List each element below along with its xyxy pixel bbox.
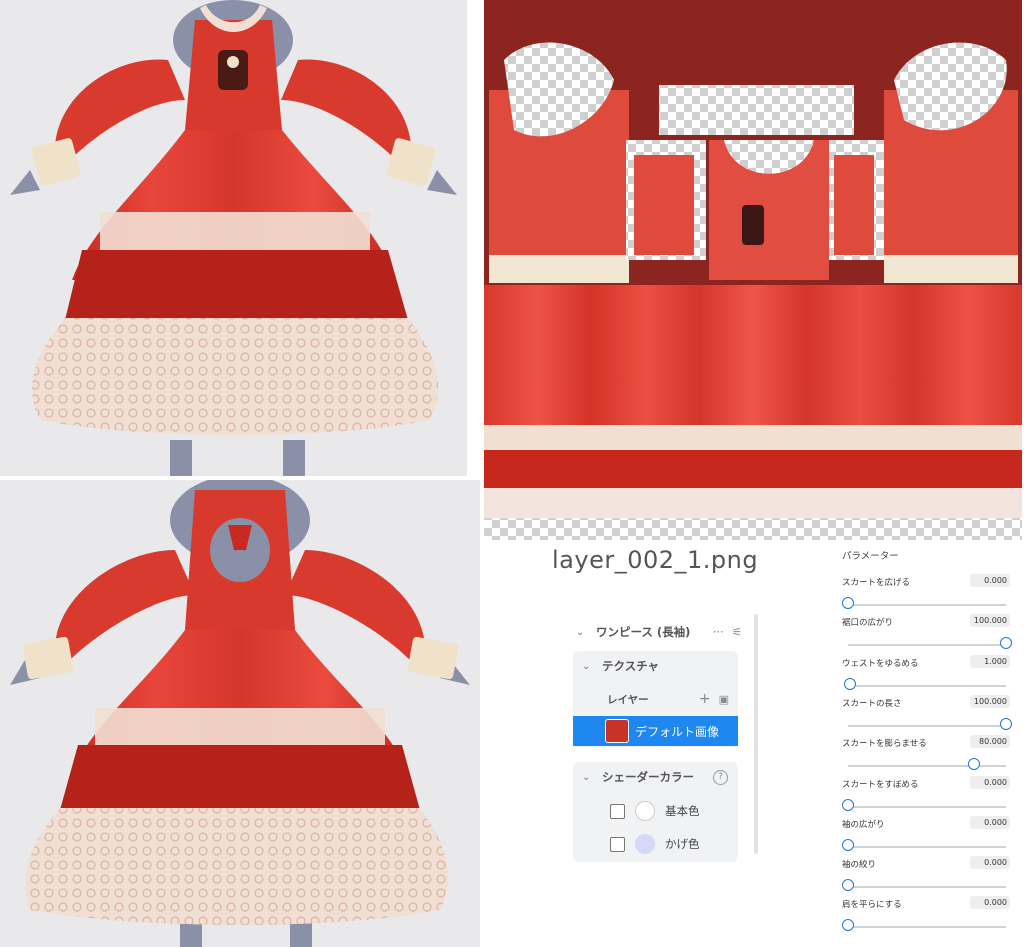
- param-slider-thumb[interactable]: [842, 799, 854, 811]
- param-label: スカートを膨らませる: [842, 739, 927, 749]
- chevron-down-icon[interactable]: ⌄: [582, 772, 594, 783]
- base-color-swatch[interactable]: [635, 801, 655, 821]
- param-slider-thumb[interactable]: [842, 919, 854, 931]
- param-row: スカートの長さ 100.000: [840, 695, 1018, 737]
- shader-color-base: 基本色: [610, 801, 700, 821]
- param-value-input[interactable]: 80.000: [970, 735, 1010, 748]
- param-row: スカートを広げる 0.000: [840, 574, 1018, 616]
- texture-atlas-preview: [484, 0, 1022, 540]
- item-header[interactable]: ⌄ ワンピース (長袖) ··· ⚟: [576, 624, 742, 640]
- item-title: ワンピース (長袖): [596, 625, 691, 639]
- parameters-title: パラメーター: [842, 551, 899, 562]
- base-color-checkbox[interactable]: [610, 803, 625, 819]
- chevron-down-icon[interactable]: ⌄: [576, 627, 588, 638]
- param-row: ウェストをゆるめる 1.000: [840, 655, 1018, 697]
- layer-item-default-image[interactable]: デフォルト画像: [573, 716, 738, 746]
- param-row: スカートを膨らませる 80.000: [840, 735, 1018, 777]
- param-value-input[interactable]: 0.000: [970, 896, 1010, 909]
- param-label: スカートを広げる: [842, 578, 911, 588]
- param-value-input[interactable]: 1.000: [970, 655, 1010, 668]
- shade-color-label: かげ色: [665, 837, 700, 851]
- param-value-input[interactable]: 0.000: [970, 776, 1010, 789]
- param-slider-track[interactable]: [848, 846, 1006, 848]
- texture-section-header[interactable]: ⌄ テクスチャ: [582, 658, 659, 674]
- param-row: 裾口の広がり 100.000: [840, 614, 1018, 656]
- texture-filename: layer_002_1.png: [552, 546, 759, 574]
- param-label: スカートの長さ: [842, 699, 902, 709]
- front-dress-render: [10, 0, 457, 476]
- param-slider-track[interactable]: [848, 644, 1006, 646]
- front-model-view[interactable]: [0, 0, 467, 476]
- param-label: 袖の絞り: [842, 860, 877, 870]
- param-label: スカートをすぼめる: [842, 780, 919, 790]
- texture-section-title: テクスチャ: [602, 659, 660, 673]
- param-slider-track[interactable]: [848, 604, 1006, 606]
- layer-thumbnail: [605, 719, 629, 743]
- param-slider-thumb[interactable]: [842, 839, 854, 851]
- param-value-input[interactable]: 100.000: [970, 695, 1010, 708]
- shader-color-shade: かげ色: [610, 834, 700, 854]
- param-slider-track[interactable]: [848, 765, 1006, 767]
- param-slider-track[interactable]: [848, 926, 1006, 928]
- more-horizontal-icon[interactable]: ···: [713, 625, 724, 639]
- param-row: 袖の絞り 0.000: [840, 856, 1018, 898]
- layer-item-label: デフォルト画像: [635, 724, 720, 739]
- param-slider-track[interactable]: [848, 886, 1006, 888]
- param-row: スカートをすぼめる 0.000: [840, 776, 1018, 818]
- layer-label: レイヤー: [607, 693, 649, 706]
- param-row: 肩を平らにする 0.000: [840, 896, 1018, 938]
- param-label: 肩を平らにする: [842, 900, 902, 910]
- layer-panel-scrollbar[interactable]: [754, 614, 758, 854]
- uv-texture-image: [484, 0, 1022, 540]
- layer-header: レイヤー + ▣: [607, 691, 729, 707]
- param-slider-thumb[interactable]: [842, 879, 854, 891]
- param-slider-thumb[interactable]: [842, 597, 854, 609]
- add-layer-icon[interactable]: +: [699, 691, 711, 707]
- shader-section-title: シェーダーカラー: [602, 770, 694, 784]
- param-slider-track[interactable]: [848, 725, 1006, 727]
- param-slider-thumb[interactable]: [843, 678, 856, 690]
- shade-color-checkbox[interactable]: [610, 836, 625, 852]
- base-color-label: 基本色: [665, 804, 700, 818]
- param-value-input[interactable]: 0.000: [970, 574, 1010, 587]
- param-label: 袖の広がり: [842, 820, 885, 830]
- param-value-input[interactable]: 100.000: [970, 614, 1010, 627]
- back-model-view[interactable]: [0, 480, 480, 947]
- shade-color-swatch[interactable]: [635, 834, 655, 854]
- add-image-icon[interactable]: ▣: [719, 693, 729, 706]
- shader-section-header[interactable]: ⌄ シェーダーカラー ?: [582, 769, 728, 785]
- param-slider-thumb[interactable]: [1000, 718, 1012, 730]
- param-slider-thumb[interactable]: [968, 758, 981, 770]
- back-dress-render: [10, 480, 470, 947]
- param-slider-thumb[interactable]: [1000, 637, 1012, 649]
- question-circle-icon[interactable]: ?: [713, 769, 728, 785]
- parameters-panel: パラメーター スカートを広げる 0.000 裾口の広がり 100.000 ウェストをゆる…: [840, 546, 1020, 946]
- param-slider-track[interactable]: [848, 806, 1006, 808]
- param-value-input[interactable]: 0.000: [970, 856, 1010, 869]
- sliders-icon[interactable]: ⚟: [732, 625, 742, 639]
- param-row: 袖の広がり 0.000: [840, 816, 1018, 858]
- chevron-down-icon[interactable]: ⌄: [582, 661, 594, 672]
- param-label: ウェストをゆるめる: [842, 659, 919, 669]
- param-value-input[interactable]: 0.000: [970, 816, 1010, 829]
- param-label: 裾口の広がり: [842, 618, 894, 628]
- param-slider-track[interactable]: [848, 685, 1006, 687]
